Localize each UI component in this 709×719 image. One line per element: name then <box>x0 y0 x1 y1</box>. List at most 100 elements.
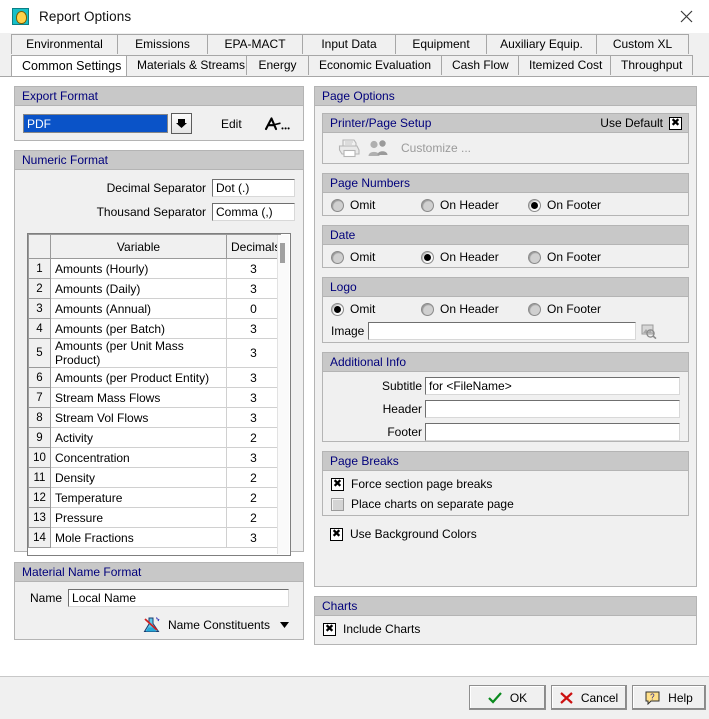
table-row[interactable]: 6 Amounts (per Product Entity) 3 <box>28 367 281 388</box>
export-format-edit-button[interactable]: Edit <box>221 117 242 131</box>
footer-field[interactable] <box>425 423 680 441</box>
help-button[interactable]: ? Help <box>632 685 706 710</box>
radio-icon[interactable] <box>528 250 541 264</box>
group-title-export-format: Export Format <box>15 87 303 106</box>
row-variable: Concentration <box>50 447 227 468</box>
date-omit[interactable]: Omit <box>331 250 421 264</box>
tab-custom-xl[interactable]: Custom XL <box>596 34 689 54</box>
tab-materials-streams[interactable]: Materials & Streams <box>126 55 247 75</box>
material-name-field[interactable]: Local Name <box>68 589 290 607</box>
tab-energy[interactable]: Energy <box>246 55 309 75</box>
table-row[interactable]: 9 Activity 2 <box>28 427 281 448</box>
cancel-button[interactable]: Cancel <box>551 685 627 710</box>
row-decimals[interactable]: 3 <box>226 407 281 428</box>
tab-throughput[interactable]: Throughput <box>610 55 693 75</box>
radio-icon[interactable] <box>331 250 344 264</box>
table-scrollbar[interactable] <box>277 235 289 554</box>
tab-economic-evaluation[interactable]: Economic Evaluation <box>308 55 442 75</box>
logo-on-header[interactable]: On Header <box>421 302 528 316</box>
date-on-header[interactable]: On Header <box>421 250 528 264</box>
export-format-select[interactable]: PDF <box>23 114 168 133</box>
decimal-separator-field[interactable]: Dot (.) <box>212 179 295 197</box>
radio-icon[interactable] <box>421 302 434 316</box>
logo-omit[interactable]: Omit <box>331 302 421 316</box>
tab-input-data[interactable]: Input Data <box>302 34 396 54</box>
subtitle-field[interactable]: for <FileName> <box>425 377 680 395</box>
row-decimals[interactable]: 2 <box>226 487 281 508</box>
table-row[interactable]: 7 Stream Mass Flows 3 <box>28 387 281 408</box>
browse-image-icon[interactable] <box>641 324 657 339</box>
table-row[interactable]: 4 Amounts (per Batch) 3 <box>28 318 281 339</box>
page-numbers-omit[interactable]: Omit <box>331 198 421 212</box>
row-decimals[interactable]: 3 <box>226 258 281 279</box>
radio-icon[interactable] <box>331 198 344 212</box>
name-constituents-button[interactable]: Name Constituents <box>168 618 270 632</box>
table-row[interactable]: 14 Mole Fractions 3 <box>28 527 281 548</box>
page-numbers-on-footer[interactable]: On Footer <box>528 198 601 212</box>
font-icon[interactable] <box>264 116 290 132</box>
row-decimals[interactable]: 3 <box>226 338 281 368</box>
group-material-name-format: Material Name Format Name Local Name Nam… <box>14 562 304 640</box>
row-decimals[interactable]: 3 <box>226 527 281 548</box>
place-charts-separate-page-option[interactable]: Place charts on separate page <box>331 497 680 511</box>
row-variable: Activity <box>50 427 227 448</box>
table-row[interactable]: 12 Temperature 2 <box>28 487 281 508</box>
checkbox-icon[interactable] <box>331 497 344 511</box>
table-row[interactable]: 3 Amounts (Annual) 0 <box>28 298 281 319</box>
table-row[interactable]: 8 Stream Vol Flows 3 <box>28 407 281 428</box>
table-row[interactable]: 5 Amounts (per Unit Mass Product) 3 <box>28 338 281 368</box>
chevron-down-icon[interactable] <box>171 113 192 134</box>
tab-itemized-cost[interactable]: Itemized Cost <box>518 55 611 75</box>
tab-environmental[interactable]: Environmental <box>11 34 118 54</box>
radio-icon[interactable] <box>528 198 541 212</box>
numeric-format-table[interactable]: Variable Decimals 1 Amounts (Hourly) 3 2 Amo… <box>27 233 291 556</box>
radio-icon[interactable] <box>421 250 434 264</box>
include-charts-option[interactable]: Include Charts <box>323 622 688 637</box>
row-index: 9 <box>28 427 51 448</box>
radio-icon[interactable] <box>421 198 434 212</box>
table-row[interactable]: 11 Density 2 <box>28 467 281 488</box>
table-row[interactable]: 10 Concentration 3 <box>28 447 281 468</box>
checkbox-icon[interactable] <box>323 622 336 637</box>
table-row[interactable]: 13 Pressure 2 <box>28 507 281 528</box>
row-decimals[interactable]: 2 <box>226 467 281 488</box>
row-index: 10 <box>28 447 51 468</box>
row-decimals[interactable]: 3 <box>226 318 281 339</box>
close-icon[interactable] <box>663 0 709 33</box>
row-decimals[interactable]: 3 <box>226 447 281 468</box>
row-decimals[interactable]: 2 <box>226 507 281 528</box>
logo-on-footer[interactable]: On Footer <box>528 302 601 316</box>
header-field[interactable] <box>425 400 680 418</box>
radio-icon[interactable] <box>528 302 541 316</box>
tab-auxiliary-equip[interactable]: Auxiliary Equip. <box>486 34 597 54</box>
row-decimals[interactable]: 2 <box>226 427 281 448</box>
force-section-page-breaks-option[interactable]: Force section page breaks <box>331 477 680 492</box>
tab-emissions[interactable]: Emissions <box>117 34 208 54</box>
tab-epa-mact[interactable]: EPA-MACT <box>207 34 303 54</box>
tab-common-settings[interactable]: Common Settings <box>11 55 127 76</box>
customize-button[interactable]: Customize ... <box>401 141 471 155</box>
logo-image-field[interactable] <box>368 322 637 340</box>
page-numbers-on-header[interactable]: On Header <box>421 198 528 212</box>
table-row[interactable]: 2 Amounts (Daily) 3 <box>28 278 281 299</box>
tab-strip: Environmental Emissions EPA-MACT Input D… <box>0 33 709 76</box>
date-on-footer[interactable]: On Footer <box>528 250 601 264</box>
tab-equipment[interactable]: Equipment <box>395 34 487 54</box>
row-decimals[interactable]: 3 <box>226 367 281 388</box>
thousand-separator-field[interactable]: Comma (,) <box>212 203 295 221</box>
row-decimals[interactable]: 3 <box>226 278 281 299</box>
checkbox-icon[interactable] <box>331 477 344 492</box>
table-scrollbar-thumb[interactable] <box>280 243 285 263</box>
ok-button[interactable]: OK <box>469 685 546 710</box>
checkbox-icon[interactable] <box>330 527 343 542</box>
row-decimals[interactable]: 3 <box>226 387 281 408</box>
radio-icon[interactable] <box>331 302 344 316</box>
row-variable: Amounts (Hourly) <box>50 258 227 279</box>
use-background-colors-option[interactable]: Use Background Colors <box>330 527 689 542</box>
tab-cash-flow[interactable]: Cash Flow <box>441 55 519 75</box>
use-default-checkbox[interactable] <box>669 116 682 131</box>
row-decimals[interactable]: 0 <box>226 298 281 319</box>
table-row[interactable]: 1 Amounts (Hourly) 3 <box>28 258 281 279</box>
caret-down-icon[interactable] <box>280 622 289 628</box>
decimal-separator-label: Decimal Separator <box>106 181 206 195</box>
